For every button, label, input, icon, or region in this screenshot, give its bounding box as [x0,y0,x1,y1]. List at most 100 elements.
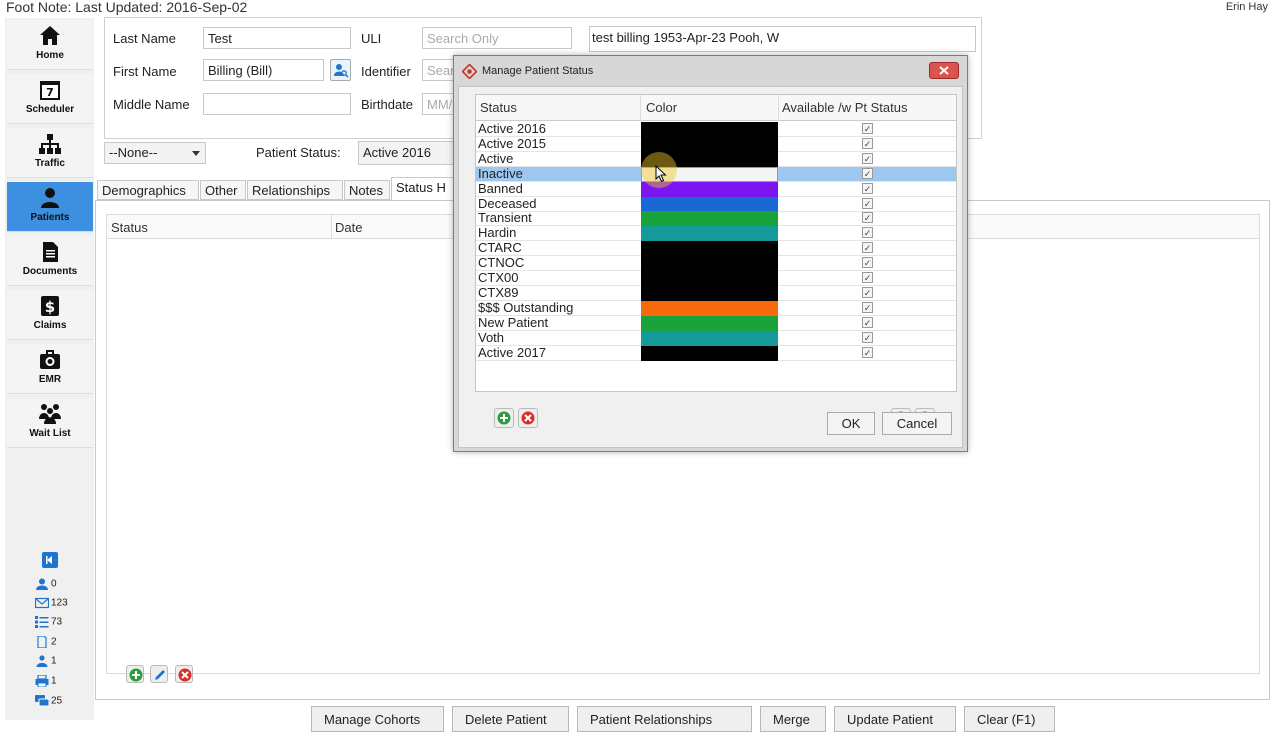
available-checkbox[interactable]: ✓ [862,346,873,358]
available-checkbox[interactable]: ✓ [862,257,873,269]
add-status-button[interactable] [126,665,144,683]
column-header-status[interactable]: Status [111,220,148,235]
last-name-input[interactable] [203,27,351,49]
sidebar-item-documents[interactable]: Documents [7,236,93,286]
status-row[interactable]: Active 2017 ✓ [476,345,956,361]
status-color-swatch[interactable] [641,241,778,257]
edit-status-button[interactable] [150,665,168,683]
sidebar-item-patients[interactable]: Patients [7,182,93,232]
ok-button[interactable]: OK [827,412,875,435]
sidebar: Home 7 Scheduler Traffic Patients Docume… [5,18,94,720]
plus-icon [497,411,511,425]
status-color-swatch[interactable] [641,330,778,346]
column-header-available[interactable]: Available /w Pt Status [782,100,908,115]
status-row[interactable]: Voth ✓ [476,330,956,346]
cohort-select[interactable]: --None-- [104,142,206,164]
status-color-swatch[interactable] [641,300,778,316]
patient-lookup-button[interactable] [330,59,351,81]
available-checkbox[interactable]: ✓ [862,123,873,134]
available-checkbox[interactable]: ✓ [862,272,873,283]
first-name-input[interactable] [203,59,324,81]
status-row[interactable]: Banned ✓ [476,181,956,197]
stat-chat[interactable]: 25 [35,695,62,709]
available-checkbox[interactable]: ✓ [862,242,873,254]
close-button[interactable] [929,62,959,79]
remove-status-type-button[interactable] [518,408,538,428]
group-icon [39,404,61,424]
stat-tasks[interactable]: 73 [35,616,62,630]
sidebar-item-emr[interactable]: EMR [7,344,93,394]
collapse-sidebar-icon[interactable] [42,552,58,568]
status-color-swatch[interactable] [641,256,778,272]
status-row[interactable]: CTARC ✓ [476,240,956,257]
clear-button[interactable]: Clear (F1) [964,706,1055,732]
tab-demographics[interactable]: Demographics [97,180,199,200]
status-row[interactable]: Hardin ✓ [476,225,956,242]
stat-print[interactable]: 1 [35,675,57,689]
status-row[interactable]: Inactive ✓ [476,166,956,182]
sidebar-item-claims[interactable]: $ Claims [7,290,93,340]
available-checkbox[interactable]: ✓ [862,152,873,164]
mouse-cursor-icon [655,165,667,183]
status-row[interactable]: $$$ Outstanding ✓ [476,300,956,316]
status-row[interactable]: Active 2016 ✓ [476,121,956,137]
sidebar-item-traffic[interactable]: Traffic [7,128,93,178]
column-header-status[interactable]: Status [480,100,517,115]
status-color-swatch[interactable] [641,211,778,227]
manage-cohorts-button[interactable]: Manage Cohorts [311,706,444,732]
status-color-swatch[interactable] [641,136,778,152]
merge-button[interactable]: Merge [760,706,826,732]
stat-documents[interactable]: 2 [35,636,57,650]
available-checkbox[interactable]: ✓ [862,286,873,298]
available-cell: ✓ [778,256,956,271]
status-color-swatch[interactable] [641,271,778,286]
tab-notes[interactable]: Notes [344,180,390,200]
tab-other[interactable]: Other [200,180,246,200]
available-checkbox[interactable]: ✓ [862,197,873,209]
status-row[interactable]: CTNOC ✓ [476,255,956,272]
status-row[interactable]: Deceased ✓ [476,196,956,212]
sidebar-item-home[interactable]: Home [7,20,93,70]
uli-input[interactable] [422,27,572,49]
available-checkbox[interactable]: ✓ [862,137,873,149]
stat-patients[interactable]: 0 [35,578,57,592]
sidebar-item-scheduler[interactable]: 7 Scheduler [7,74,93,124]
column-header-date[interactable]: Date [335,220,362,235]
status-row[interactable]: CTX89 ✓ [476,285,956,301]
available-checkbox[interactable]: ✓ [862,227,873,239]
status-color-swatch[interactable] [641,345,778,361]
patient-status-select[interactable]: Active 2016 [358,141,454,165]
status-color-swatch[interactable] [641,196,778,212]
add-status-type-button[interactable] [494,408,514,428]
update-patient-button[interactable]: Update Patient [834,706,956,732]
status-name: New Patient [478,314,549,330]
middle-name-input[interactable] [203,93,351,115]
status-color-swatch[interactable] [641,315,778,331]
cancel-button[interactable]: Cancel [882,412,952,435]
stat-doctor[interactable]: 1 [35,655,57,669]
status-row[interactable]: CTX00 ✓ [476,270,956,286]
status-row[interactable]: Active ✓ [476,151,956,167]
available-checkbox[interactable]: ✓ [862,331,873,343]
tab-status-history[interactable]: Status H [391,177,461,201]
status-name: CTX00 [478,270,519,285]
delete-patient-button[interactable]: Delete Patient [452,706,569,732]
stat-messages[interactable]: 123 [35,597,68,611]
delete-status-button[interactable] [175,665,193,683]
column-header-color[interactable]: Color [646,100,677,115]
status-row[interactable]: Transient ✓ [476,210,956,227]
available-checkbox[interactable]: ✓ [862,182,873,194]
document-icon [37,636,47,648]
status-row[interactable]: New Patient ✓ [476,314,956,331]
status-color-swatch[interactable] [641,122,778,137]
tab-relationships[interactable]: Relationships [247,180,343,200]
patient-relationships-button[interactable]: Patient Relationships [577,706,752,732]
available-checkbox[interactable]: ✓ [862,316,873,328]
sidebar-item-wait-list[interactable]: Wait List [7,398,93,448]
status-color-swatch[interactable] [641,226,778,242]
available-checkbox[interactable]: ✓ [862,212,873,224]
status-row[interactable]: Active 2015 ✓ [476,136,956,152]
available-checkbox[interactable]: ✓ [862,301,873,313]
status-color-swatch[interactable] [641,285,778,301]
available-checkbox[interactable]: ✓ [862,167,873,179]
